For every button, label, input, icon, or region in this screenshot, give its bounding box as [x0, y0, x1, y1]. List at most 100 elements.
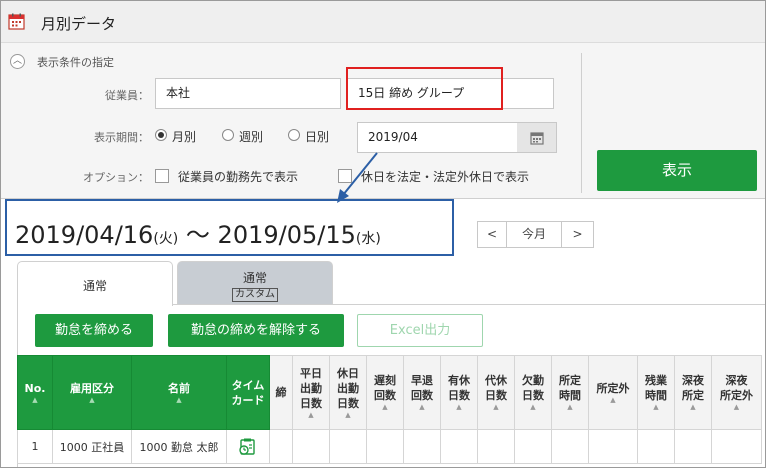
date-picker-button[interactable]	[517, 122, 557, 153]
sort-arrow-icon[interactable]: ▲	[330, 411, 366, 420]
prev-month-button[interactable]: <	[477, 221, 507, 248]
period-weekly-radio[interactable]	[222, 129, 234, 141]
tab-custom-label: 通常	[242, 271, 267, 285]
column-header[interactable]: タイム カード	[226, 355, 270, 430]
range-end-dow: (水)	[355, 231, 381, 247]
sort-arrow-icon[interactable]: ▲	[515, 403, 551, 412]
table-cell	[637, 429, 675, 464]
sort-arrow-icon[interactable]: ▲	[675, 403, 711, 412]
column-header-label: 欠勤 日数	[522, 374, 544, 402]
column-header[interactable]: 平日 出勤 日数 ▲	[292, 355, 330, 430]
calendar-icon	[8, 13, 25, 30]
range-start: 2019/04/16	[15, 221, 154, 249]
column-header-label: 休日 出勤 日数	[337, 366, 359, 410]
period-weekly-label: 週別	[239, 130, 264, 144]
column-header[interactable]: 代休 日数 ▲	[477, 355, 515, 430]
sort-arrow-icon[interactable]: ▲	[478, 403, 514, 412]
column-header[interactable]: 雇用区分 ▲	[52, 355, 132, 430]
column-header[interactable]: 残業 時間 ▲	[637, 355, 675, 430]
employee-label: 従業員：	[105, 89, 149, 102]
tab-custom-sub: カスタム	[232, 288, 278, 302]
table-cell	[588, 429, 638, 464]
sort-arrow-icon[interactable]: ▲	[638, 403, 674, 412]
table-cell	[674, 429, 712, 464]
column-header-label: 深夜 所定外	[720, 374, 753, 402]
sort-arrow-icon[interactable]: ▲	[441, 403, 477, 412]
table-cell	[514, 429, 552, 464]
column-header-label: 雇用区分	[70, 381, 114, 395]
unclose-attendance-button[interactable]: 勤怠の締めを解除する	[168, 314, 344, 347]
column-header[interactable]: No. ▲	[17, 355, 53, 430]
column-header-label: 有休 日数	[448, 374, 470, 402]
app-window: 月別データ ︿ 表示条件の指定 従業員： 本社 15日 締め グループ 表示期間…	[0, 0, 766, 468]
option-label: オプション：	[83, 171, 149, 184]
panel-divider	[581, 53, 582, 193]
tab-normal-custom[interactable]: 通常 カスタム	[177, 261, 333, 304]
table-row[interactable]: 1 1000 正社員 1000 勤怠 太郎	[17, 429, 762, 464]
this-month-button[interactable]: 今月	[506, 221, 562, 248]
column-header[interactable]: 名前 ▲	[131, 355, 227, 430]
sort-arrow-icon[interactable]: ▲	[589, 396, 637, 405]
column-header-label: タイム カード	[231, 378, 265, 407]
timecard-icon[interactable]	[238, 438, 258, 456]
column-header[interactable]: 休日 出勤 日数 ▲	[329, 355, 367, 430]
sort-arrow-icon[interactable]: ▲	[53, 396, 131, 405]
sort-arrow-icon[interactable]: ▲	[367, 403, 403, 412]
column-header-label: 早退 回数	[411, 374, 433, 402]
timecard-cell[interactable]	[226, 429, 270, 464]
table-cell	[403, 429, 441, 464]
column-header-label: No.	[24, 381, 46, 395]
monthly-table: No. ▲ 雇用区分 ▲ 名前 ▲ タイム カード締平日 出勤 日数 ▲ 休日 出勤 日数 ▲ 遅刻…	[17, 355, 762, 464]
annotation-arrow	[337, 152, 378, 203]
column-header-label: 平日 出勤 日数	[300, 366, 322, 410]
sort-arrow-icon[interactable]: ▲	[712, 403, 761, 412]
column-header-label: 名前	[168, 381, 190, 395]
column-header[interactable]: 早退 回数 ▲	[403, 355, 441, 430]
table-cell	[477, 429, 515, 464]
range-separator: 〜	[185, 221, 210, 249]
date-range: 2019/04/16(火) 〜 2019/05/15(水)	[15, 215, 381, 250]
range-end: 2019/05/15	[217, 221, 356, 249]
employee-select[interactable]: 本社	[155, 78, 341, 109]
close-attendance-button[interactable]: 勤怠を締める	[35, 314, 153, 347]
column-header[interactable]: 所定 時間 ▲	[551, 355, 589, 430]
tab-normal-label: 通常	[82, 279, 107, 293]
sort-arrow-icon[interactable]: ▲	[293, 411, 329, 420]
column-header-label: 所定 時間	[559, 374, 581, 402]
column-header[interactable]: 深夜 所定 ▲	[674, 355, 712, 430]
sort-arrow-icon[interactable]: ▲	[552, 403, 588, 412]
option-workplace-checkbox[interactable]	[155, 169, 169, 183]
table-cell	[292, 429, 330, 464]
column-header-label: 代休 日数	[485, 374, 507, 402]
sort-arrow-icon[interactable]: ▲	[18, 396, 52, 405]
period-daily-label: 日別	[305, 130, 330, 144]
row-employment-type: 1000 正社員	[52, 429, 132, 464]
column-header-label: 所定外	[596, 381, 630, 395]
next-month-button[interactable]: >	[561, 221, 594, 248]
sort-arrow-icon[interactable]: ▲	[132, 396, 226, 405]
period-daily-radio[interactable]	[288, 129, 300, 141]
tab-normal[interactable]: 通常	[17, 261, 173, 306]
table-header-row: No. ▲ 雇用区分 ▲ 名前 ▲ タイム カード締平日 出勤 日数 ▲ 休日 出勤 日数 ▲ 遅刻…	[17, 355, 762, 430]
sort-arrow-icon[interactable]: ▲	[404, 403, 440, 412]
table-cell	[366, 429, 404, 464]
period-input[interactable]: 2019/04	[357, 122, 518, 153]
table-cell	[711, 429, 762, 464]
column-header-label: 締	[275, 386, 287, 399]
excel-export-button[interactable]: Excel出力	[357, 314, 483, 347]
table-cell	[440, 429, 478, 464]
period-monthly-radio[interactable]	[155, 129, 167, 141]
column-header[interactable]: 締	[269, 355, 293, 430]
filter-header: 表示条件の指定	[37, 56, 114, 69]
column-header[interactable]: 有休 日数 ▲	[440, 355, 478, 430]
row-name: 1000 勤怠 太郎	[131, 429, 227, 464]
column-header[interactable]: 所定外 ▲	[588, 355, 638, 430]
column-header[interactable]: 深夜 所定外 ▲	[711, 355, 762, 430]
collapse-chevron-up-icon[interactable]: ︿	[10, 54, 25, 69]
show-button[interactable]: 表示	[597, 150, 757, 191]
column-header[interactable]: 欠勤 日数 ▲	[514, 355, 552, 430]
column-header-label: 遅刻 回数	[374, 374, 396, 402]
range-start-dow: (火)	[153, 231, 179, 247]
row-no: 1	[17, 429, 53, 464]
column-header[interactable]: 遅刻 回数 ▲	[366, 355, 404, 430]
